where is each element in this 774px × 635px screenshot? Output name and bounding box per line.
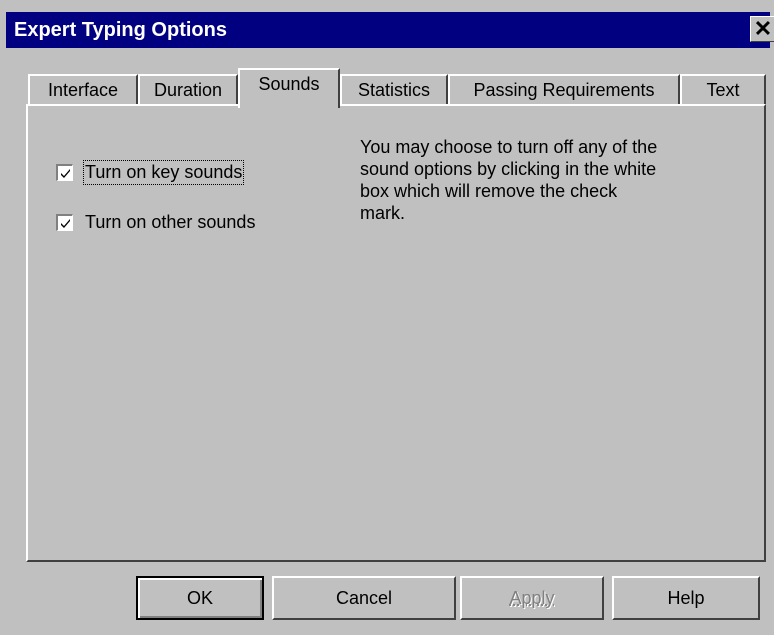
window-title: Expert Typing Options [14, 19, 227, 41]
tab-sounds[interactable]: Sounds [238, 68, 340, 108]
sounds-panel: Turn on key sounds Turn on other sounds … [26, 104, 766, 562]
options-dialog: Expert Typing Options ✕ Interface Durati… [0, 0, 774, 635]
tab-label: Duration [153, 80, 223, 100]
key-sounds-row[interactable]: Turn on key sounds [56, 160, 245, 185]
key-sounds-label: Turn on key sounds [82, 160, 245, 185]
apply-label: Apply [509, 587, 555, 608]
tab-label: Text [706, 80, 740, 100]
apply-button[interactable]: Apply [460, 576, 604, 620]
close-icon: ✕ [753, 16, 773, 41]
tab-passing-requirements[interactable]: Passing Requirements [448, 74, 680, 104]
tab-interface[interactable]: Interface [28, 74, 138, 104]
other-sounds-row[interactable]: Turn on other sounds [56, 212, 255, 233]
checkmark-icon [60, 218, 70, 228]
other-sounds-label: Turn on other sounds [85, 212, 256, 232]
key-sounds-checkbox[interactable] [56, 164, 73, 181]
tab-label: Sounds [258, 74, 320, 94]
title-bar: Expert Typing Options ✕ [6, 12, 774, 48]
close-button[interactable]: ✕ [750, 16, 774, 42]
other-sounds-checkbox[interactable] [56, 214, 73, 231]
help-button[interactable]: Help [612, 576, 760, 620]
cancel-label: Cancel [335, 587, 393, 608]
tab-label: Passing Requirements [473, 80, 655, 100]
cancel-button[interactable]: Cancel [272, 576, 456, 620]
tab-text[interactable]: Text [680, 74, 766, 104]
sounds-info-text: You may choose to turn off any of the so… [360, 137, 658, 223]
tab-label: Statistics [357, 80, 431, 100]
tab-statistics[interactable]: Statistics [340, 74, 448, 104]
ok-label: OK [186, 587, 213, 608]
help-label: Help [667, 587, 705, 608]
tab-duration[interactable]: Duration [138, 74, 238, 104]
ok-button[interactable]: OK [136, 576, 264, 620]
checkmark-icon [60, 168, 70, 178]
tab-label: Interface [47, 80, 119, 100]
